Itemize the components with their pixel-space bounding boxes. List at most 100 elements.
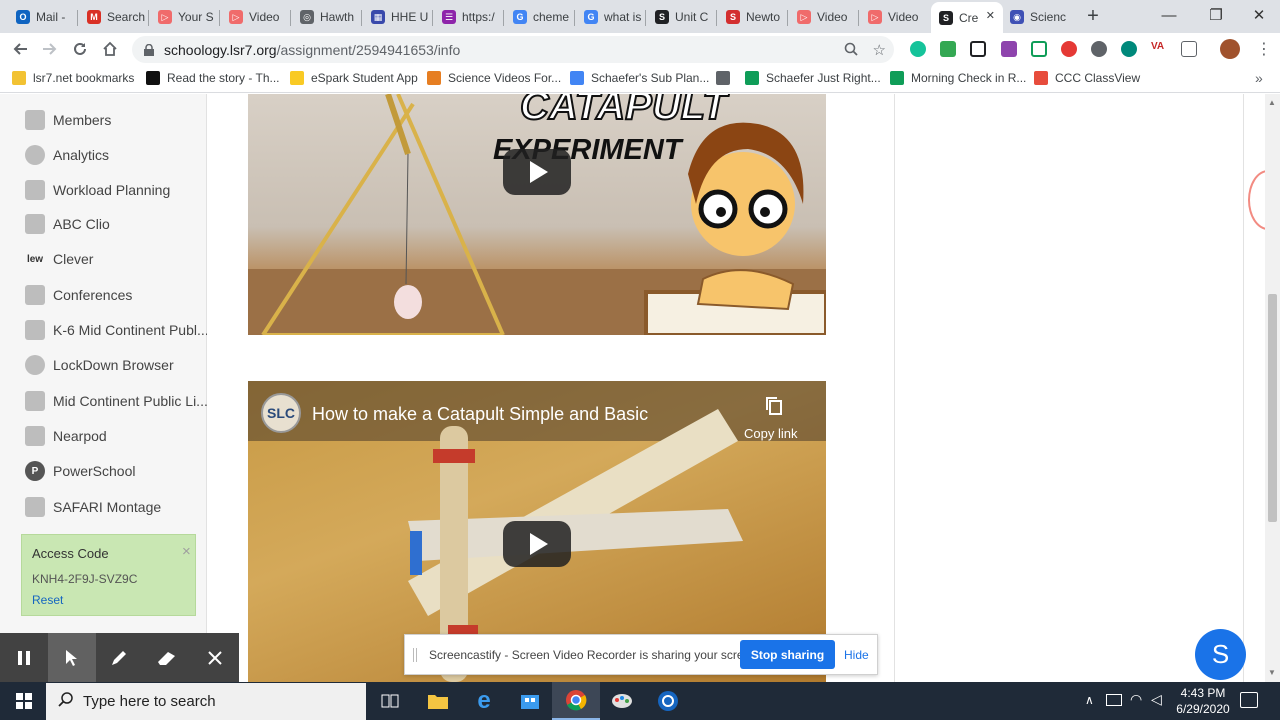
app-circle-icon[interactable] [644,682,692,720]
store-icon[interactable] [506,682,554,720]
bookmark-item[interactable]: Morning Check in R... [890,71,1026,85]
extension-va-icon[interactable]: VA [1151,41,1167,57]
copy-icon[interactable] [765,396,783,419]
browser-tab[interactable]: ◉ Scienc [1002,4,1070,30]
video-embed-catapult-experiment[interactable]: CATAPULT EXPERIMENT [248,94,826,335]
scroll-down-arrow-icon[interactable]: ▼ [1268,668,1276,677]
close-tab-icon[interactable]: ✕ [986,9,995,22]
browser-tab[interactable]: ◎ Hawth [292,4,360,30]
browser-tab[interactable]: S Newto [718,4,786,30]
chrome-menu-icon[interactable]: ⋮ [1256,39,1272,59]
chrome-taskbar-icon[interactable] [552,682,600,720]
extension-screen-icon[interactable] [1031,41,1047,57]
address-bar[interactable]: schoology.lsr7.org/assignment/2594941653… [132,36,894,63]
stop-sharing-button[interactable]: Stop sharing [740,640,835,669]
bookmark-item[interactable] [716,71,737,85]
volume-icon[interactable]: ◁ [1151,691,1162,708]
notifications-icon[interactable] [1240,692,1258,708]
bookmark-item[interactable]: lsr7.net bookmarks [12,71,134,85]
profile-avatar[interactable] [1220,39,1240,59]
task-view-icon[interactable] [366,682,414,720]
pen-icon[interactable] [96,633,144,683]
reload-icon[interactable] [68,37,92,61]
close-window-button[interactable]: ✕ [1236,0,1280,30]
grammarly-extension-icon[interactable] [910,41,926,57]
cursor-icon[interactable] [47,633,96,683]
sidebar-item[interactable]: Conferences [25,285,132,305]
page-scrollbar[interactable]: ▲ ▼ [1265,94,1280,682]
maximize-button[interactable]: ❐ [1193,0,1239,30]
browser-tab[interactable]: ▷ Video [860,4,928,30]
sidebar-item[interactable]: Analytics [25,145,109,165]
bookmark-item[interactable]: Read the story - Th... [146,71,280,85]
tray-overflow-icon[interactable]: ∧ [1085,693,1094,707]
sidebar-item[interactable]: ABC Clio [25,214,110,234]
back-arrow-icon[interactable] [8,37,32,61]
browser-tab[interactable]: M Search [79,4,147,30]
sidebar-item[interactable]: Members [25,110,111,130]
drag-handle-icon[interactable] [413,648,417,662]
minimize-button[interactable]: — [1146,0,1192,30]
sidebar-item[interactable]: P PowerSchool [25,461,136,481]
close-toolbar-icon[interactable] [191,633,239,683]
play-icon [530,161,548,183]
bookmark-item[interactable]: Schaefer's Sub Plan... [570,71,709,85]
screencastify-fab[interactable]: S [1195,629,1246,680]
taskbar-clock[interactable]: 4:43 PM 6/29/2020 [1170,685,1236,717]
windows-start-icon[interactable] [0,682,48,720]
schoology-page: Members Analytics Workload Planning ABC Cli… [0,94,1280,682]
new-tab-button[interactable]: + [1082,5,1104,27]
scroll-up-arrow-icon[interactable]: ▲ [1268,98,1276,107]
screencastify-extension-icon[interactable] [1061,41,1077,57]
zoom-icon[interactable] [844,42,858,59]
sidebar-item[interactable]: Mid Continent Public Li... [25,391,208,411]
browser-tab[interactable]: Gwhat is [576,4,644,30]
browser-tab[interactable]: ▦ HHE U [363,4,431,30]
sidebar-item[interactable]: Nearpod [25,426,107,446]
browser-tab[interactable]: ▷ Video [221,4,289,30]
extension-lp-icon[interactable] [1091,41,1107,57]
video-title[interactable]: How to make a Catapult Simple and Basic [312,404,648,425]
extensions-grid-icon[interactable] [1181,41,1197,57]
sidebar-item[interactable]: K-6 Mid Continent Publ... [25,320,209,340]
edge-browser-icon[interactable]: e [460,682,508,720]
access-code-close-icon[interactable]: × [182,543,191,560]
taskbar-search-box[interactable]: Type here to search [46,683,366,720]
play-button[interactable] [503,149,571,195]
forward-arrow-icon[interactable] [38,37,62,61]
browser-tab[interactable]: ☰ https:/ [434,4,502,30]
channel-avatar[interactable]: SLC [261,393,301,433]
bookmark-item[interactable]: CCC ClassView [1034,71,1140,85]
browser-tab[interactable]: Gcheme [505,4,573,30]
sidebar-item[interactable]: SAFARI Montage [25,497,161,517]
wifi-icon[interactable]: ◠ [1130,691,1142,708]
sidebar-item[interactable]: Workload Planning [25,180,170,200]
browser-tab[interactable]: S Cre ✕ [931,2,1003,33]
pause-icon[interactable] [0,633,48,683]
paint-app-icon[interactable] [598,682,646,720]
browser-tab[interactable]: ▷ Your S [150,4,218,30]
hide-link[interactable]: Hide [844,648,869,662]
sidebar-item[interactable]: LockDown Browser [25,355,174,375]
qr-code-extension-icon[interactable] [970,41,986,57]
bookmark-item[interactable]: Science Videos For... [427,71,561,85]
battery-icon[interactable] [1106,694,1122,706]
eraser-icon[interactable] [143,633,191,683]
extension-globe-icon[interactable] [1121,41,1137,57]
extension-shield-icon[interactable] [940,41,956,57]
file-explorer-icon[interactable] [414,682,462,720]
play-button[interactable] [503,521,571,567]
access-code-reset-link[interactable]: Reset [32,593,63,607]
browser-tab[interactable]: S Unit C [647,4,715,30]
copy-link-label[interactable]: Copy link [744,426,797,441]
sidebar-item[interactable]: lew Clever [25,249,94,269]
bookmark-item[interactable]: Schaefer Just Right... [745,71,881,85]
bookmark-item[interactable]: eSpark Student App [290,71,418,85]
bookmark-star-icon[interactable]: ☆ [873,41,886,59]
bookmarks-overflow-icon[interactable]: » [1255,70,1263,86]
browser-tab[interactable]: ▷ Video [789,4,857,30]
extension-puzzle-icon[interactable] [1001,41,1017,57]
scrollbar-thumb[interactable] [1268,294,1277,522]
home-icon[interactable] [98,37,122,61]
browser-tab[interactable]: O Mail - [8,4,76,30]
